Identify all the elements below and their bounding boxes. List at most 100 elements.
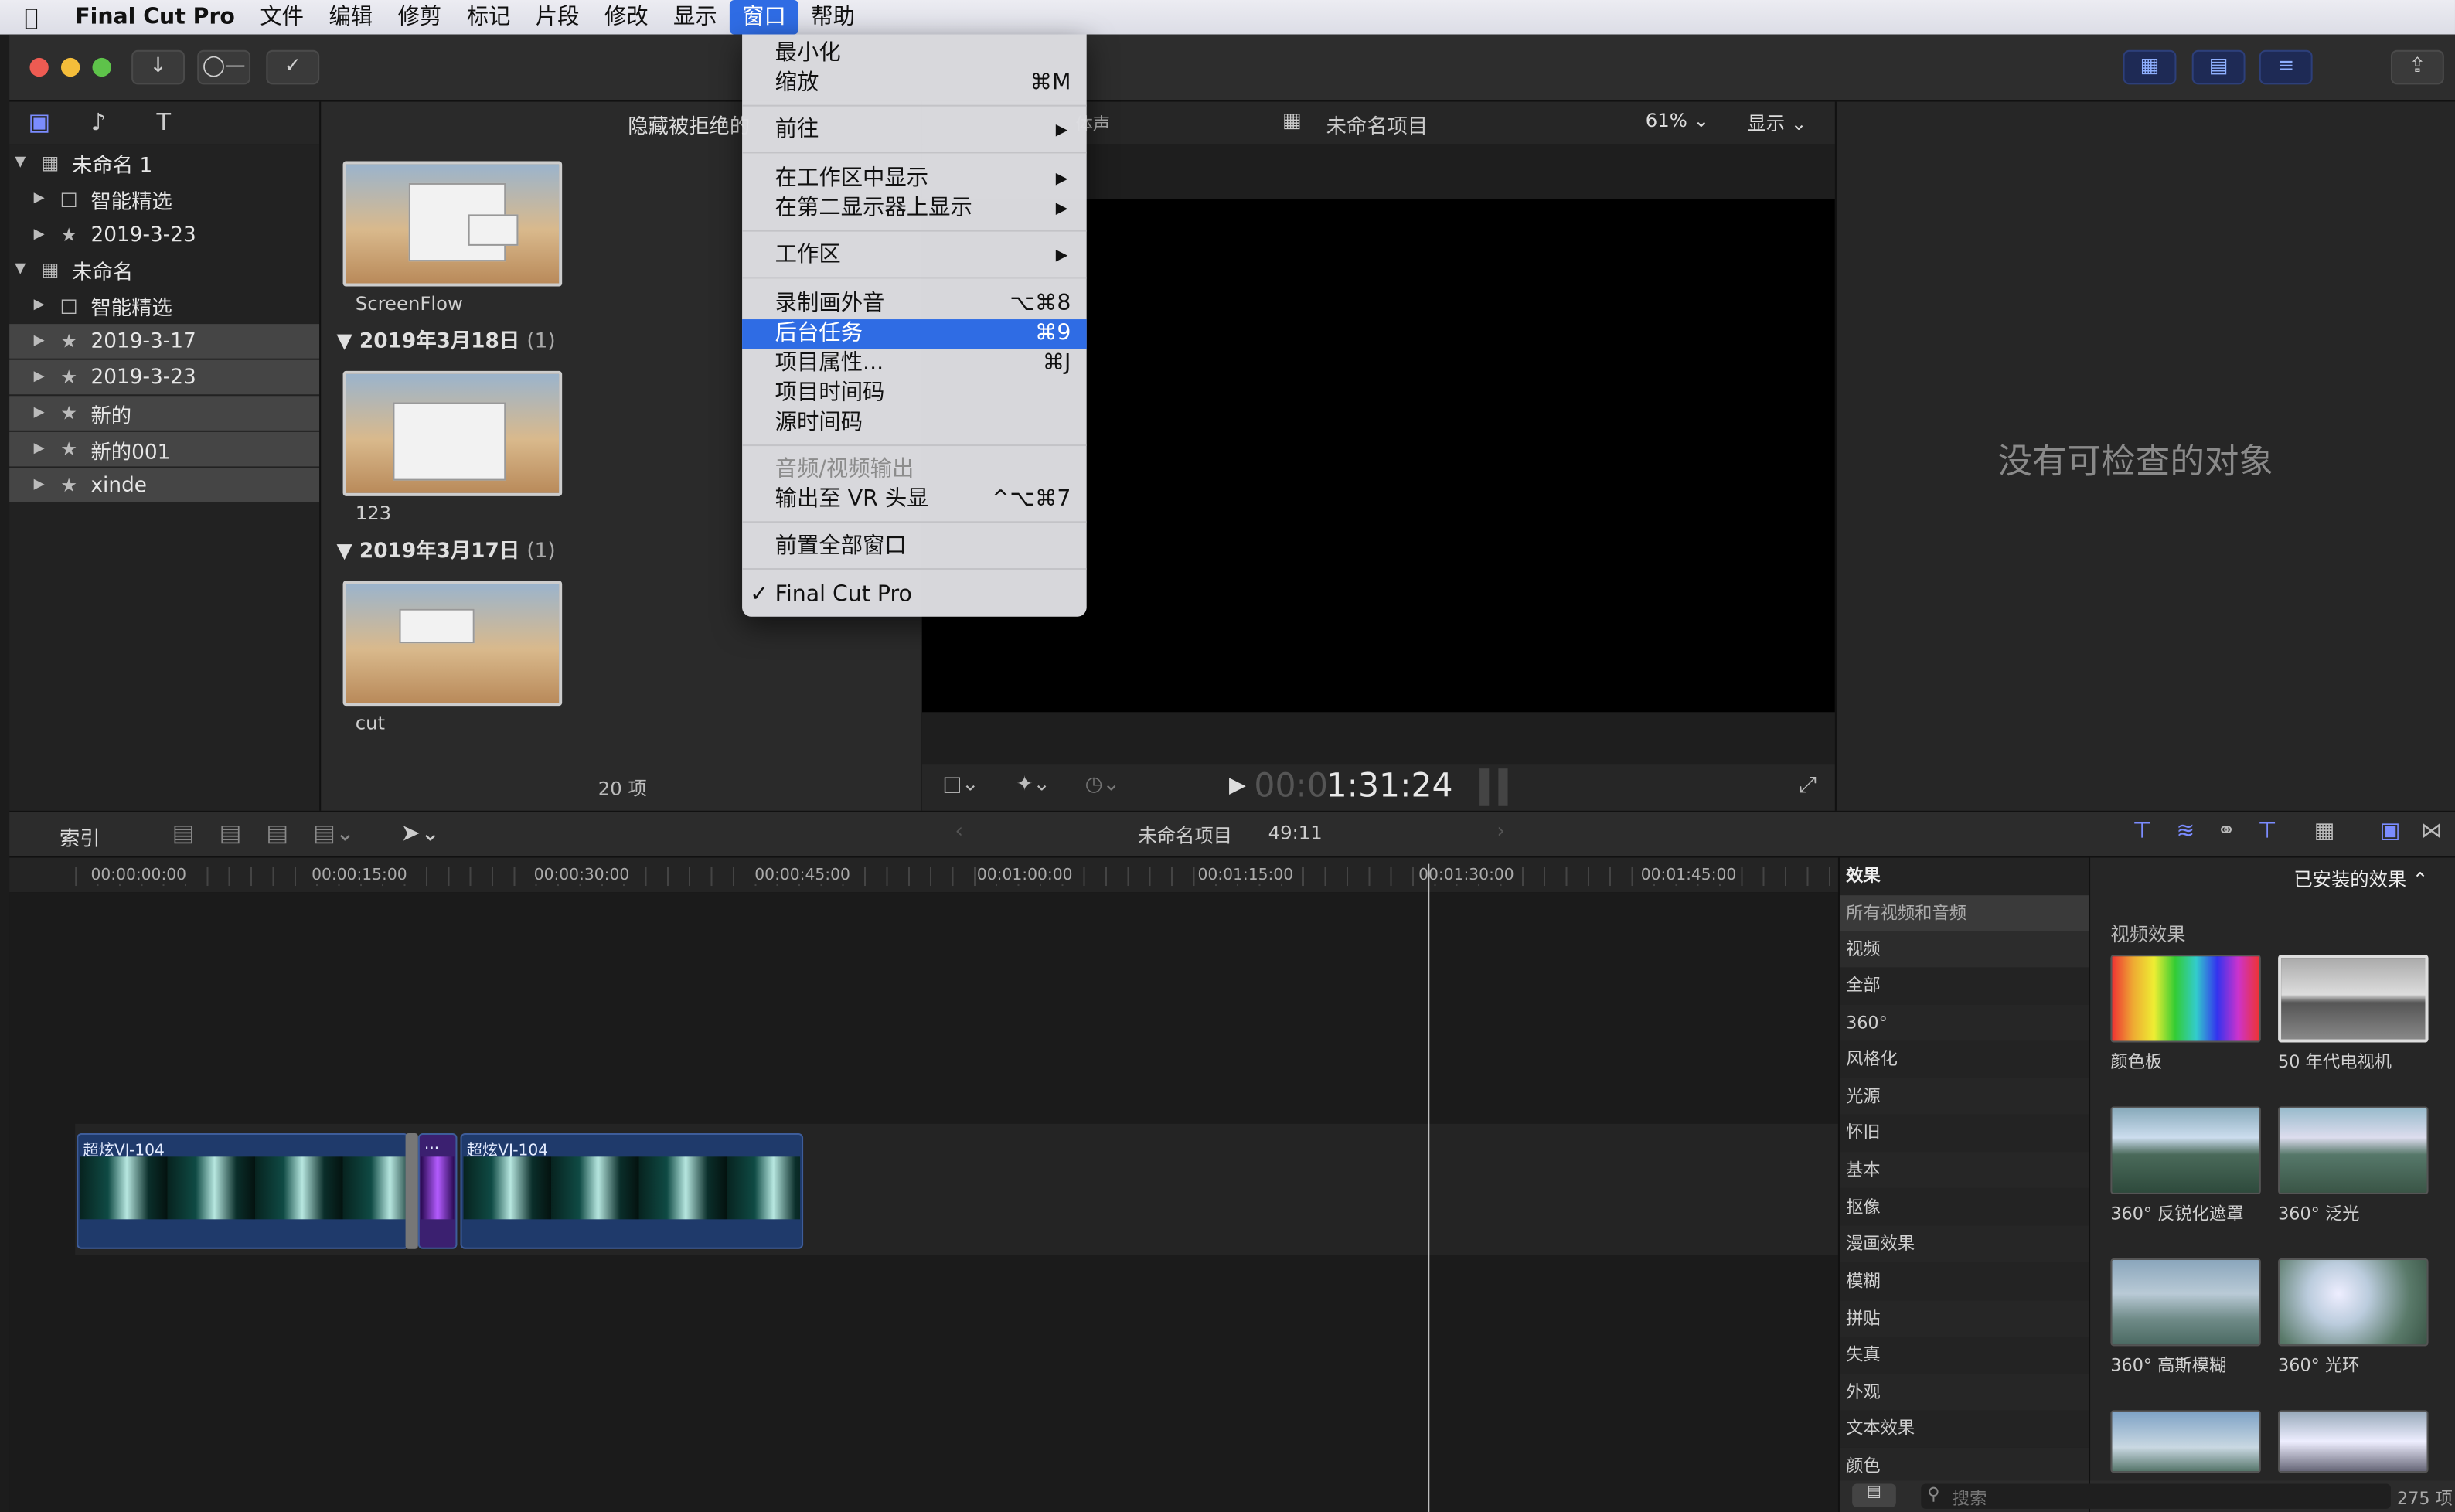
- filter-popup[interactable]: 隐藏被拒绝的: [628, 110, 750, 139]
- skimming-icon[interactable]: ⊤: [2133, 819, 2152, 843]
- menu-view[interactable]: 显示: [661, 0, 730, 35]
- close-window-button[interactable]: [29, 57, 49, 77]
- clip-thumbnail[interactable]: [342, 581, 563, 707]
- display-popup[interactable]: 显示 ⌄: [1747, 110, 1806, 136]
- menu-item-goto[interactable]: 前往 ▶: [742, 116, 1087, 145]
- effect-thumbnail[interactable]: [2110, 1410, 2261, 1473]
- transition-clip[interactable]: ...: [417, 1132, 458, 1249]
- disclosure-icon[interactable]: ▼: [9, 155, 31, 170]
- effects-category[interactable]: 失真: [1840, 1337, 2090, 1373]
- transitions-browser-icon[interactable]: ⋈: [2420, 819, 2442, 843]
- effects-browser-icon[interactable]: ▣: [2380, 819, 2401, 843]
- library-row[interactable]: ▼ ▦ 未命名: [9, 252, 319, 287]
- menu-item-final-cut-pro[interactable]: ✓ Final Cut Pro: [742, 581, 1087, 610]
- date-group-header[interactable]: ▼ 2019年3月18日 (1): [336, 324, 555, 353]
- zoom-popup[interactable]: 61% ⌄: [1646, 110, 1709, 131]
- effect-thumbnail[interactable]: [2278, 955, 2429, 1043]
- menu-edit[interactable]: 编辑: [316, 0, 385, 35]
- menu-item-record-voiceover[interactable]: 录制画外音 ⌥⌘8: [742, 290, 1087, 319]
- background-tasks-icon[interactable]: ✓: [266, 49, 320, 85]
- timeline-index-button[interactable]: 索引: [60, 822, 100, 851]
- playhead[interactable]: [1428, 863, 1430, 1512]
- library-row[interactable]: ▶ ★ 2019-3-23: [9, 217, 319, 252]
- effects-category[interactable]: 全部: [1840, 967, 2090, 1003]
- retime-speed-icon[interactable]: ◷⌄: [1085, 773, 1120, 796]
- connect-clip-icon[interactable]: ▤: [172, 819, 195, 846]
- menu-item-workspaces[interactable]: 工作区 ▶: [742, 241, 1087, 271]
- minimize-window-button[interactable]: [60, 57, 80, 77]
- menu-item-background-tasks[interactable]: 后台任务 ⌘9: [742, 319, 1087, 349]
- timeline-clip[interactable]: 超炫VJ-104: [77, 1132, 409, 1249]
- effects-category[interactable]: 视频: [1839, 931, 2091, 968]
- menu-mark[interactable]: 标记: [454, 0, 523, 35]
- effect-thumbnail[interactable]: [2278, 1106, 2429, 1194]
- effects-category[interactable]: 风格化: [1840, 1040, 2090, 1077]
- transform-tool-icon[interactable]: □⌄: [942, 773, 979, 796]
- menu-item-source-timecode[interactable]: 源时间码: [742, 408, 1087, 438]
- timeline-forward-icon[interactable]: ›: [1496, 820, 1505, 843]
- effects-category[interactable]: 光源: [1839, 1078, 2091, 1115]
- effects-category[interactable]: 怀旧: [1840, 1115, 2090, 1151]
- search-field[interactable]: [1921, 1483, 2391, 1509]
- effects-category[interactable]: 漫画效果: [1839, 1225, 2091, 1262]
- menu-item-project-properties[interactable]: 项目属性... ⌘J: [742, 349, 1087, 379]
- menu-item-output-vr[interactable]: 输出至 VR 头显 ^⌥⌘7: [742, 485, 1087, 515]
- menu-help[interactable]: 帮助: [798, 0, 867, 35]
- effects-category[interactable]: 外观: [1839, 1374, 2091, 1411]
- transition-handle[interactable]: [405, 1132, 418, 1249]
- menu-item-zoom[interactable]: 缩放 ⌘M: [742, 69, 1087, 98]
- disclosure-icon[interactable]: ▼: [336, 540, 359, 564]
- overwrite-clip-icon[interactable]: ▤⌄: [313, 819, 355, 846]
- snapping-icon[interactable]: ⊤: [2258, 819, 2277, 843]
- menu-app-name[interactable]: Final Cut Pro: [63, 0, 247, 35]
- disclosure-icon[interactable]: ▶: [28, 441, 49, 457]
- menu-modify[interactable]: 修改: [592, 0, 661, 35]
- libraries-icon[interactable]: ▣: [28, 108, 50, 136]
- effect-thumbnail[interactable]: [2110, 1258, 2261, 1347]
- menu-item-minimize[interactable]: 最小化: [742, 39, 1087, 69]
- library-row[interactable]: ▶ □ 智能精选: [9, 182, 319, 216]
- apple-logo-icon[interactable]: : [0, 0, 63, 35]
- timeline-toggle-icon[interactable]: ▤: [2191, 49, 2246, 85]
- installed-effects-popup[interactable]: 已安装的效果 ⌃: [2293, 866, 2428, 892]
- share-icon[interactable]: ⇪: [2390, 49, 2444, 85]
- menu-item-show-on-second-display[interactable]: 在第二显示器上显示 ▶: [742, 194, 1087, 223]
- disclosure-icon[interactable]: ▶: [28, 405, 49, 421]
- effect-thumbnail[interactable]: [2110, 955, 2261, 1043]
- effects-category[interactable]: 颜色: [1839, 1447, 2091, 1484]
- keyword-icon[interactable]: ◯—: [197, 49, 251, 85]
- effects-category[interactable]: 拼贴: [1839, 1300, 2091, 1337]
- disclosure-icon[interactable]: ▶: [28, 478, 49, 493]
- effects-category[interactable]: 模糊: [1840, 1263, 2090, 1299]
- clip-thumbnail[interactable]: [342, 161, 563, 287]
- browser-toggle-icon[interactable]: ▦: [2123, 49, 2177, 85]
- date-group-header[interactable]: ▼ 2019年3月17日 (1): [336, 533, 555, 564]
- library-row-selected[interactable]: ▶ ★ 2019-3-23: [9, 359, 320, 395]
- menu-clip[interactable]: 片段: [523, 0, 592, 35]
- menu-window[interactable]: 窗口: [729, 0, 799, 35]
- select-tool-icon[interactable]: ➤⌄: [401, 819, 441, 846]
- disclosure-icon[interactable]: ▼: [336, 330, 359, 353]
- disclosure-icon[interactable]: ▶: [28, 333, 49, 349]
- library-row-selected[interactable]: ▶ ★ 新的001: [9, 431, 320, 467]
- disclosure-icon[interactable]: ▶: [28, 369, 49, 385]
- menu-item-show-in-workspace[interactable]: 在工作区中显示 ▶: [742, 165, 1087, 194]
- enhance-wand-icon[interactable]: ✦⌄: [1016, 773, 1050, 796]
- library-row[interactable]: ▶ □ 智能精选: [9, 288, 319, 323]
- menu-trim[interactable]: 修剪: [385, 0, 454, 35]
- menu-item-project-timecode[interactable]: 项目时间码: [742, 379, 1087, 408]
- append-clip-icon[interactable]: ▤: [266, 819, 288, 846]
- timeline-ruler[interactable]: 00:00:00:00 00:00:15:00 00:00:30:00 00:0…: [9, 857, 1838, 893]
- effects-category[interactable]: 基本: [1839, 1152, 2091, 1188]
- timeline-clip[interactable]: 超炫VJ-104: [460, 1132, 804, 1249]
- disclosure-icon[interactable]: ▶: [28, 298, 49, 313]
- solo-headphones-icon[interactable]: ⚭: [2217, 819, 2235, 843]
- menu-file[interactable]: 文件: [247, 0, 316, 35]
- library-row[interactable]: ▼ ▦ 未命名 1: [9, 145, 319, 180]
- menu-item-bring-all-to-front[interactable]: 前置全部窗口: [742, 532, 1087, 561]
- disclosure-icon[interactable]: ▶: [28, 227, 49, 243]
- photos-audio-icon[interactable]: ♪: [90, 108, 105, 136]
- clip-thumbnail[interactable]: [342, 370, 563, 496]
- library-row-selected[interactable]: ▶ ★ xinde: [9, 468, 320, 502]
- effect-thumbnail[interactable]: [2278, 1258, 2429, 1347]
